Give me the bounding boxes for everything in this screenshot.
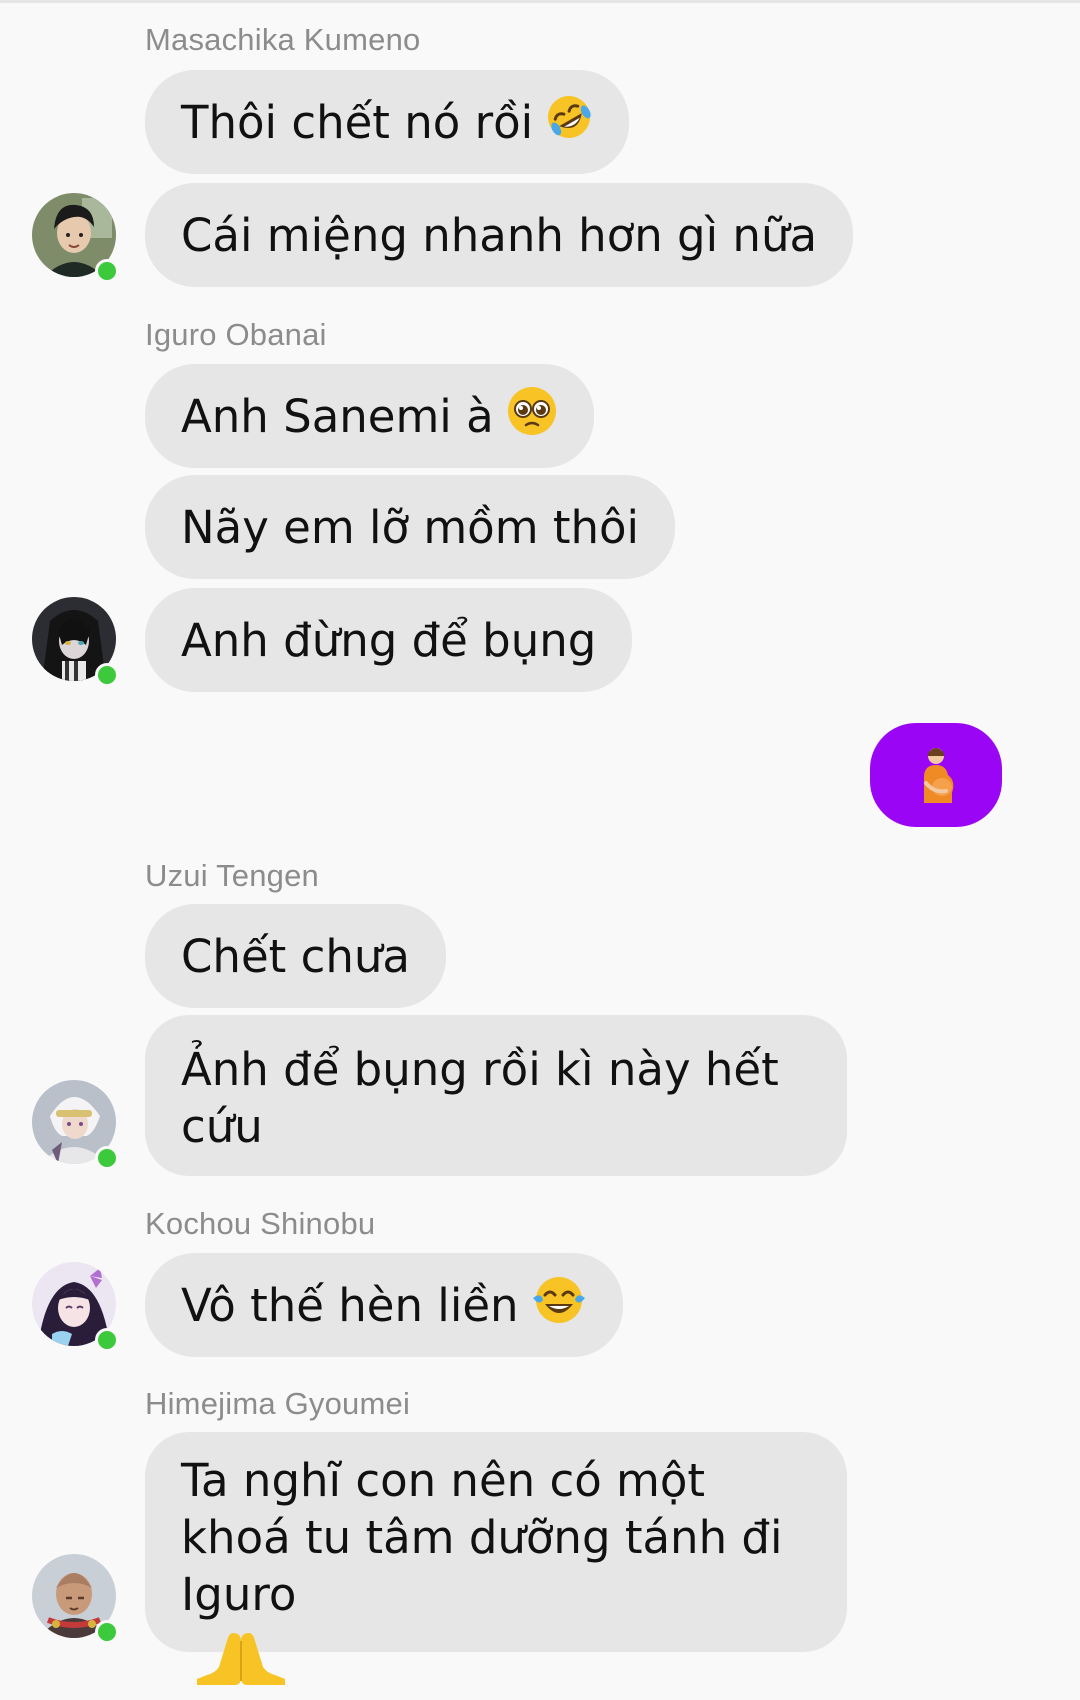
message-text: Ảnh để bụng rồi kì này hết cứu — [181, 1043, 779, 1153]
message-bubble[interactable]: Chết chưa — [145, 904, 446, 1008]
message-text: Nãy em lỡ mồm thôi — [181, 500, 640, 554]
message-bubble[interactable]: Ảnh để bụng rồi kì này hết cứu — [145, 1015, 847, 1176]
message-text: Anh đừng để bụng — [181, 613, 597, 667]
folded-hands-emoji-icon — [193, 1629, 289, 1700]
face-with-tears-of-joy-emoji-icon — [531, 1274, 587, 1337]
message-bubble[interactable]: Anh Sanemi à — [145, 364, 594, 468]
sender-name: Iguro Obanai — [145, 317, 327, 352]
online-status-dot — [95, 1328, 119, 1352]
online-status-dot — [95, 1146, 119, 1170]
sender-name: Kochou Shinobu — [145, 1206, 376, 1241]
message-text: Anh Sanemi à — [181, 389, 494, 443]
rolling-on-floor-laughing-emoji-icon — [545, 93, 593, 152]
chat-thread[interactable]: Masachika Kumeno Thôi chết nó rồi Cái mi… — [0, 0, 1080, 1685]
message-text: Vô thế hèn liền — [181, 1278, 519, 1332]
message-text: Chết chưa — [181, 929, 410, 983]
message-text: Cái miệng nhanh hơn gì nữa — [181, 208, 818, 262]
message-text: Ta nghĩ con nên có một khoá tu tâm dưỡng… — [181, 1454, 783, 1621]
online-status-dot — [95, 1620, 119, 1644]
message-bubble[interactable]: Ta nghĩ con nên có một khoá tu tâm dưỡng… — [145, 1432, 847, 1685]
outgoing-message-bubble[interactable] — [870, 723, 1002, 827]
sender-name: Himejima Gyoumei — [145, 1386, 411, 1421]
pregnant-man-emoji-icon — [924, 748, 954, 803]
message-text: Thôi chết nó rồi — [181, 95, 534, 149]
sender-name: Masachika Kumeno — [145, 22, 421, 57]
sender-name: Uzui Tengen — [145, 858, 319, 893]
message-bubble[interactable]: Nãy em lỡ mồm thôi — [145, 475, 676, 579]
message-bubble[interactable]: Vô thế hèn liền — [145, 1253, 623, 1357]
online-status-dot — [95, 259, 119, 283]
online-status-dot — [95, 663, 119, 687]
message-bubble[interactable]: Cái miệng nhanh hơn gì nữa — [145, 183, 854, 287]
message-bubble[interactable]: Anh đừng để bụng — [145, 588, 633, 692]
message-bubble[interactable]: Thôi chết nó rồi — [145, 70, 630, 174]
pleading-face-emoji-icon — [506, 385, 558, 448]
